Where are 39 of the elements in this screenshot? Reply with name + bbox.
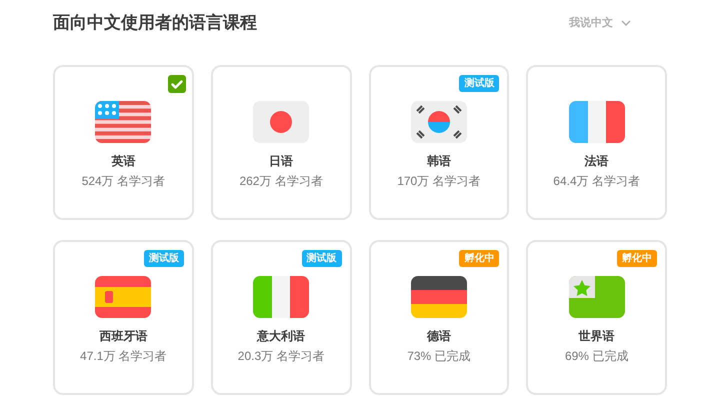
tricolor-flag-icon xyxy=(253,276,310,318)
course-card[interactable]: 日语 262万 名学习者 xyxy=(210,65,352,220)
course-name: 世界语 xyxy=(578,328,615,345)
course-card[interactable]: 孵化中 世界语 69% 已完成 xyxy=(526,240,667,395)
status-badge: 孵化中 xyxy=(617,250,657,267)
course-card[interactable]: 测试版 韩语 170万 名学习者 xyxy=(368,65,510,220)
status-badge: 测试版 xyxy=(144,250,184,267)
course-stat: 170万 名学习者 xyxy=(397,173,481,190)
course-name: 西班牙语 xyxy=(99,328,148,345)
course-stat: 262万 名学习者 xyxy=(239,173,323,190)
star-flag-icon xyxy=(568,276,625,318)
course-stat: 20.3万 名学习者 xyxy=(238,348,324,365)
course-stat: 69% 已完成 xyxy=(564,348,628,365)
chevron-down-icon xyxy=(621,20,631,26)
course-name: 德语 xyxy=(426,328,451,345)
course-card[interactable]: 英语 524万 名学习者 xyxy=(53,65,194,220)
course-card[interactable]: 测试版 意大利语 20.3万 名学习者 xyxy=(210,240,352,395)
course-card[interactable]: 法语 64.4万 名学习者 xyxy=(526,65,667,220)
course-stat: 73% 已完成 xyxy=(407,348,471,365)
circle-flag-icon xyxy=(253,101,310,143)
striped-flag-icon xyxy=(95,101,152,143)
course-name: 日语 xyxy=(269,153,294,170)
status-badge: 测试版 xyxy=(459,75,500,92)
course-card[interactable]: 孵化中 德语 73% 已完成 xyxy=(368,240,510,395)
course-stat: 64.4万 名学习者 xyxy=(553,173,640,190)
course-name: 英语 xyxy=(111,153,136,170)
course-name: 法语 xyxy=(584,153,609,170)
tricolor-flag-icon xyxy=(410,276,467,318)
tricolor-flag-icon xyxy=(568,101,625,143)
course-stat: 524万 名学习者 xyxy=(82,173,166,190)
status-badge: 测试版 xyxy=(302,250,342,267)
course-card[interactable]: 测试版 西班牙语 47.1万 名学习者 xyxy=(53,240,194,395)
banded-flag-icon xyxy=(95,276,152,318)
status-badge: 孵化中 xyxy=(459,250,500,267)
page-title: 面向中文使用者的语言课程 xyxy=(53,12,257,34)
course-stat: 47.1万 名学习者 xyxy=(80,348,167,365)
course-name: 韩语 xyxy=(426,153,451,170)
yin-yang-flag-icon xyxy=(410,101,467,143)
course-name: 意大利语 xyxy=(257,328,306,345)
